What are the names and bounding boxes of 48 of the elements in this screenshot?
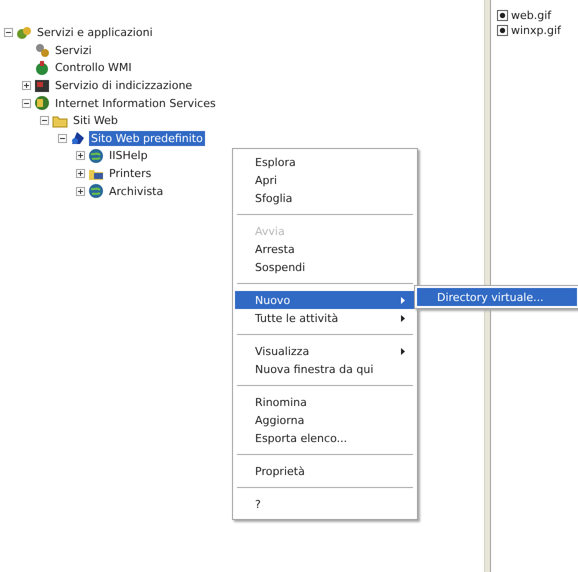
file-name[interactable]: web.gif [511, 9, 552, 22]
menu-item[interactable]: Proprietà [235, 462, 415, 480]
node-icon [34, 95, 50, 112]
menu-item[interactable]: ? [235, 495, 415, 513]
expand-toggle[interactable] [76, 169, 85, 178]
menu-item[interactable]: Aggiorna [235, 411, 415, 429]
tree-item[interactable]: Controllo WMI [53, 60, 134, 76]
globe-icon [88, 148, 104, 164]
node-icon [34, 42, 50, 58]
expand-toggle[interactable] [22, 81, 31, 90]
tree-item[interactable]: IISHelp [107, 148, 150, 164]
tree-item[interactable]: Internet Information Services [53, 96, 218, 111]
menu-item[interactable]: Tutte le attività [235, 309, 415, 327]
node-icon [16, 24, 32, 41]
node-icon [34, 60, 50, 76]
menu-item[interactable]: Directory virtuale... [417, 288, 577, 306]
node-icon [34, 78, 50, 94]
node-icon [70, 130, 86, 146]
menu-item[interactable]: Rinomina [235, 393, 415, 411]
menu-item[interactable]: Esporta elenco... [235, 429, 415, 447]
collapse-toggle[interactable] [58, 134, 67, 143]
submenu-arrow-icon [401, 296, 405, 304]
image-file-icon [497, 25, 508, 36]
menu-item[interactable]: Visualizza [235, 342, 415, 360]
image-file-icon [497, 10, 508, 21]
menu-item[interactable]: Nuova finestra da qui [235, 360, 415, 378]
menu-item[interactable]: Apri [235, 171, 415, 189]
collapse-toggle[interactable] [22, 98, 31, 108]
globe-icon [88, 183, 104, 200]
menu-item[interactable]: Arresta [235, 240, 415, 258]
collapse-toggle[interactable] [40, 116, 49, 126]
expand-toggle[interactable] [76, 186, 85, 196]
submenu-arrow-icon [401, 314, 405, 322]
collapse-toggle[interactable] [4, 28, 13, 38]
menu-item[interactable]: Sfoglia [235, 189, 415, 207]
tree-item[interactable]: Servizi e applicazioni [35, 25, 155, 40]
tree-item[interactable]: Archivista [107, 184, 166, 199]
tree-item[interactable]: Sito Web predefinito [89, 130, 205, 146]
tree-item[interactable]: Printers [107, 166, 154, 182]
tree-item[interactable]: Servizi [53, 42, 94, 58]
tree-item[interactable]: Siti Web [71, 113, 120, 128]
menu-item[interactable]: Nuovo [235, 291, 415, 309]
menu-item[interactable]: Sospendi [235, 258, 415, 276]
menu-item[interactable]: Esplora [235, 153, 415, 171]
tree-item[interactable]: Servizio di indicizzazione [53, 78, 194, 94]
submenu-arrow-icon [401, 348, 405, 354]
file-name[interactable]: winxp.gif [511, 24, 561, 37]
expand-toggle[interactable] [76, 151, 85, 160]
